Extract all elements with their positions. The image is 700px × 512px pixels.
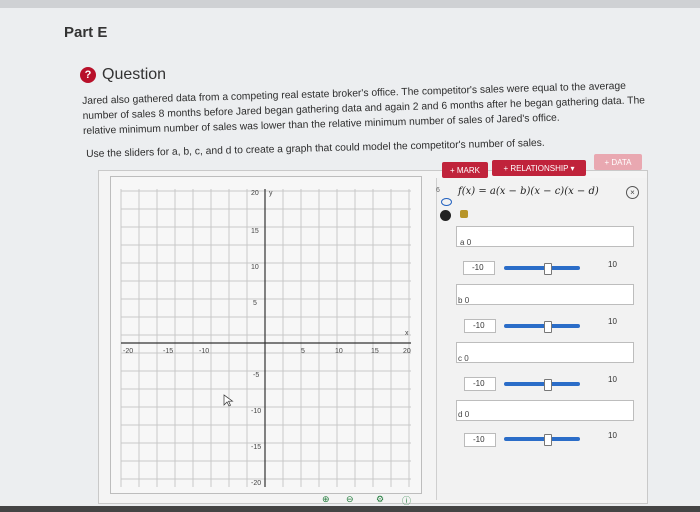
x-tick: 15 bbox=[371, 348, 379, 355]
param-c-field[interactable] bbox=[456, 342, 634, 363]
mark-button[interactable]: + MARK bbox=[442, 162, 488, 178]
param-c-label: c 0 bbox=[458, 354, 469, 363]
color-dot-icon[interactable] bbox=[440, 210, 451, 221]
y-tick: 15 bbox=[251, 228, 259, 235]
y-tick: -10 bbox=[251, 408, 261, 415]
x-tick: -20 bbox=[123, 348, 133, 355]
param-a-handle[interactable] bbox=[544, 263, 552, 275]
question-body: Jared also gathered data from a competin… bbox=[82, 80, 646, 137]
y-tick: -15 bbox=[251, 444, 261, 451]
page: Part E ? Question Jared also gathered da… bbox=[0, 0, 700, 512]
param-d-min-value: -10 bbox=[473, 435, 485, 444]
param-c-min-value: -10 bbox=[473, 379, 485, 388]
param-b-handle[interactable] bbox=[544, 321, 552, 333]
param-c-handle[interactable] bbox=[544, 379, 552, 391]
question-title: Question bbox=[102, 66, 167, 83]
param-d-field[interactable] bbox=[456, 400, 634, 421]
x-tick: 10 bbox=[335, 348, 343, 355]
close-icon[interactable]: × bbox=[626, 186, 639, 199]
x-tick: -15 bbox=[163, 348, 173, 355]
param-a-label: a 0 bbox=[460, 238, 472, 247]
param-b-label: b 0 bbox=[458, 296, 470, 305]
param-d-slider[interactable] bbox=[504, 437, 580, 441]
param-a-field[interactable] bbox=[456, 226, 634, 247]
instruction-text: Use the sliders for a, b, c, and d to cr… bbox=[86, 137, 545, 160]
visibility-icon[interactable] bbox=[441, 198, 452, 206]
zoom-in-icon[interactable]: ⊕ bbox=[322, 494, 330, 505]
param-d-max-value[interactable]: 10 bbox=[608, 431, 617, 440]
param-c-max-value[interactable]: 10 bbox=[608, 375, 617, 384]
question-header: ? Question bbox=[80, 66, 166, 84]
param-c-slider[interactable] bbox=[504, 382, 580, 386]
param-d-label: d 0 bbox=[458, 410, 470, 419]
y-tick: 5 bbox=[253, 300, 257, 307]
question-icon: ? bbox=[80, 67, 96, 83]
param-b-field[interactable] bbox=[456, 284, 634, 305]
y-tick: -5 bbox=[253, 372, 259, 379]
x-tick: 5 bbox=[301, 348, 305, 355]
param-d-handle[interactable] bbox=[544, 434, 552, 446]
param-a-max-value[interactable]: 10 bbox=[608, 260, 617, 269]
settings-icon[interactable]: ⚙ bbox=[376, 494, 384, 505]
x-axis-label: x bbox=[405, 330, 409, 337]
param-b-max-value[interactable]: 10 bbox=[608, 317, 617, 326]
part-label: Part E bbox=[64, 24, 108, 41]
function-expression[interactable]: f(x) = a(x − b)(x − c)(x − d) bbox=[458, 186, 599, 197]
zoom-out-icon[interactable]: ⊖ bbox=[346, 494, 354, 505]
expression-index: 6 bbox=[436, 187, 440, 194]
y-tick: -20 bbox=[251, 480, 261, 487]
y-tick: 20 bbox=[251, 190, 259, 197]
param-b-min-value: -10 bbox=[473, 321, 485, 330]
param-a-min-value: -10 bbox=[472, 263, 484, 272]
data-button[interactable]: + DATA bbox=[594, 154, 642, 170]
cursor-icon bbox=[223, 394, 234, 407]
x-tick: -10 bbox=[199, 348, 209, 355]
relationship-button[interactable]: + RELATIONSHIP ▾ bbox=[492, 160, 586, 176]
graph-area[interactable]: y x -20 -15 -10 5 10 15 20 20 15 10 5 -5… bbox=[110, 176, 422, 494]
y-axis-label: y bbox=[269, 190, 273, 197]
param-b-slider[interactable] bbox=[504, 324, 580, 328]
y-tick: 10 bbox=[251, 264, 259, 271]
param-a-slider[interactable] bbox=[504, 266, 580, 270]
bottom-bar bbox=[0, 506, 700, 512]
x-tick: 20 bbox=[403, 348, 411, 355]
top-bar bbox=[0, 0, 700, 8]
check-icon bbox=[460, 210, 468, 218]
graph-grid[interactable]: y x -20 -15 -10 5 10 15 20 20 15 10 5 -5… bbox=[111, 177, 421, 493]
